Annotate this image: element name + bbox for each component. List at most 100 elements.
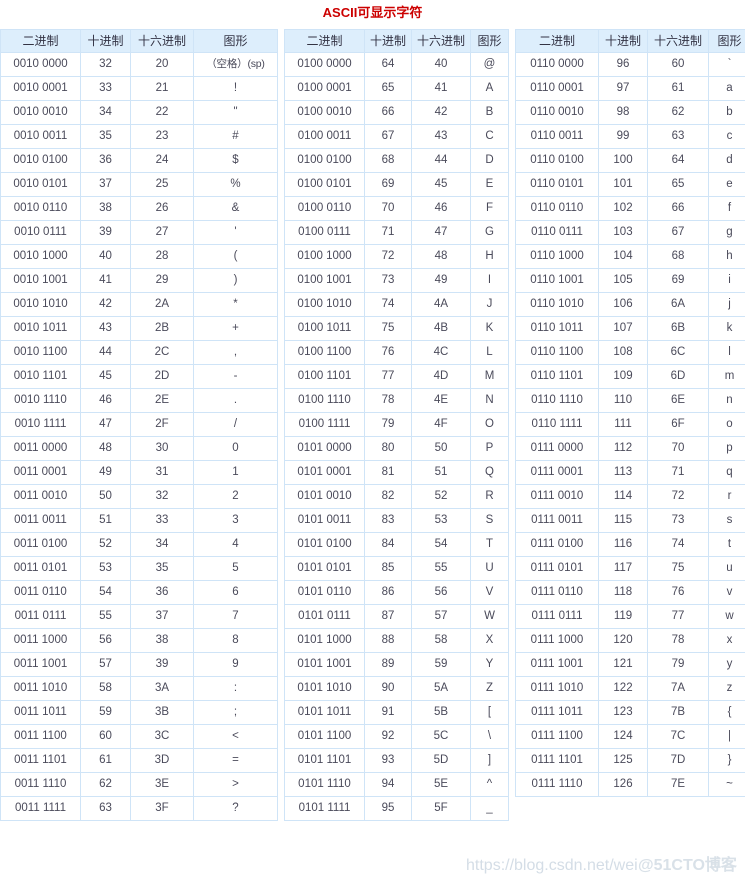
table-row: 0011 1000 56 38 8 [0,628,278,653]
column-header-binary: 二进制 [284,29,365,53]
table-row: 0010 0010 34 22 " [0,100,278,125]
cell-binary: 0111 0111 [515,604,599,629]
cell-decimal: 113 [598,460,648,485]
cell-hex: 79 [647,652,709,677]
glyph-text: b [726,106,733,118]
cell-hex: 2E [130,388,194,413]
table-row: 0111 1100 124 7C | [515,724,745,749]
cell-glyph: @ [470,52,509,77]
cell-glyph: d [708,148,745,173]
column-header-hex: 十六进制 [411,29,471,53]
glyph-text: N [485,394,494,406]
cell-decimal: 49 [80,460,131,485]
cell-decimal: 50 [80,484,131,509]
glyph-text: 3 [232,514,239,526]
cell-hex: 59 [411,652,471,677]
column-header-decimal: 十进制 [598,29,648,53]
cell-decimal: 54 [80,580,131,605]
cell-glyph: K [470,316,509,341]
cell-hex: 28 [130,244,194,269]
column-header-hex: 十六进制 [647,29,709,53]
cell-glyph: r [708,484,745,509]
table-row: 0111 1010 122 7A z [515,676,745,701]
cell-binary: 0101 1110 [284,772,365,797]
glyph-text: | [728,730,731,742]
glyph-text: A [485,82,494,94]
cell-glyph: A [470,76,509,101]
cell-decimal: 67 [364,124,412,149]
glyph-text: 8 [232,634,239,646]
cell-hex: 47 [411,220,471,245]
cell-hex: 61 [647,76,709,101]
glyph-text: ' [234,226,237,238]
table-row: 0110 0010 98 62 b [515,100,745,125]
cell-decimal: 85 [364,556,412,581]
table-row: 0010 0011 35 23 # [0,124,278,149]
cell-binary: 0010 1101 [0,364,81,389]
glyph-text: J [486,298,493,310]
ascii-table-3: 二进制 十进制 十六进制 图形 0110 0000 96 60 ` 0110 0001 9… [515,29,745,797]
cell-decimal: 118 [598,580,648,605]
cell-binary: 0010 0110 [0,196,81,221]
table-row: 0011 1001 57 39 9 [0,652,278,677]
cell-hex: 54 [411,532,471,557]
cell-hex: 5A [411,676,471,701]
table-row: 0010 1110 46 2E. [0,388,278,413]
glyph-text: U [485,562,494,574]
cell-binary: 0100 0101 [284,172,365,197]
glyph-text: K [485,322,494,334]
cell-binary: 0100 0010 [284,100,365,125]
glyph-text: - [233,370,238,382]
cell-decimal: 110 [598,388,648,413]
cell-hex: 25 [130,172,194,197]
glyph-text: p [726,442,733,454]
cell-hex: 6F [647,412,709,437]
table-row: 0111 0100 116 74 t [515,532,745,557]
cell-hex: 67 [647,220,709,245]
cell-binary: 0010 1001 [0,268,81,293]
cell-hex: 64 [647,148,709,173]
table-row: 0100 0000 64 40 @ [284,52,509,77]
cell-hex: 35 [130,556,194,581]
cell-hex: 63 [647,124,709,149]
table-row: 0011 0111 55 37 7 [0,604,278,629]
watermark: https://blog.csdn.net/wei @51CTO博客 [466,856,737,876]
cell-hex: 2F [130,412,194,437]
table-2-body: 0100 0000 64 40 @0100 0001 65 41 A 0100 0010 66 4… [284,52,509,821]
cell-decimal: 82 [364,484,412,509]
cell-hex: 41 [411,76,471,101]
cell-decimal: 88 [364,628,412,653]
cell-glyph: [ [470,700,509,725]
cell-glyph: $ [193,148,278,173]
cell-decimal: 115 [598,508,648,533]
cell-binary: 0111 1110 [515,772,599,797]
glyph-text: R [485,490,494,502]
table-row: 0011 0101 53 35 5 [0,556,278,581]
cell-decimal: 62 [80,772,131,797]
cell-decimal: 70 [364,196,412,221]
cell-hex: 76 [647,580,709,605]
cell-binary: 0010 1110 [0,388,81,413]
cell-decimal: 57 [80,652,131,677]
cell-glyph: v [708,580,745,605]
table-row: 0110 1000 104 68 h [515,244,745,269]
cell-decimal: 37 [80,172,131,197]
header-row: 二进制 十进制 十六进制 图形 [0,29,278,53]
glyph-text: P [485,442,494,454]
cell-glyph: 4 [193,532,278,557]
cell-decimal: 94 [364,772,412,797]
cell-glyph: X [470,628,509,653]
cell-binary: 0101 1100 [284,724,365,749]
table-row: 0101 0011 83 53 S [284,508,509,533]
cell-glyph: 7 [193,604,278,629]
cell-glyph: u [708,556,745,581]
cell-decimal: 47 [80,412,131,437]
cell-glyph: s [708,508,745,533]
cell-decimal: 36 [80,148,131,173]
cell-hex: 32 [130,484,194,509]
cell-binary: 0101 0010 [284,484,365,509]
table-row: 0101 0000 80 50 P [284,436,509,461]
cell-binary: 0101 1000 [284,628,365,653]
cell-hex: 49 [411,268,471,293]
cell-binary: 0101 0000 [284,436,365,461]
